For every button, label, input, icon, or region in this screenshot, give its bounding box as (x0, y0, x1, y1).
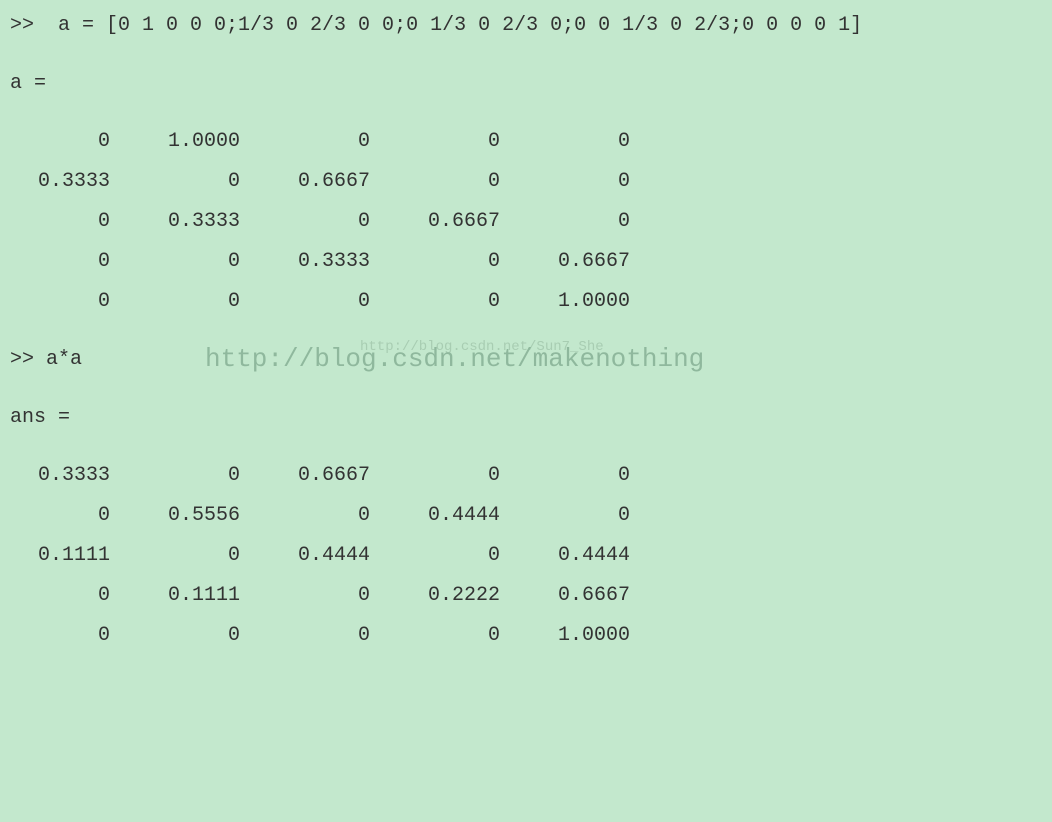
matrix-cell: 1.0000 (140, 128, 270, 156)
matrix-cell: 0 (10, 208, 140, 236)
matrix-cell: 0 (270, 208, 400, 236)
matrix-cell: 0.5556 (140, 502, 270, 530)
matrix-row: 0.111100.444400.4444 (10, 542, 1042, 570)
matrix-cell: 0 (530, 502, 660, 530)
matrix-row: 00001.0000 (10, 622, 1042, 650)
matrix-cell: 0 (10, 582, 140, 610)
command-input-2[interactable]: >> a*a (10, 346, 1042, 374)
matrix-cell: 0.6667 (400, 208, 530, 236)
matrix-row: 00.333300.66670 (10, 208, 1042, 236)
matrix-cell: 0.3333 (270, 248, 400, 276)
matrix-cell: 0 (140, 622, 270, 650)
matrix-row: 000.333300.6667 (10, 248, 1042, 276)
matrix-cell: 0 (530, 128, 660, 156)
matrix-cell: 0 (140, 248, 270, 276)
matrix-cell: 0.3333 (10, 462, 140, 490)
matrix-cell: 0 (10, 288, 140, 316)
matrix-cell: 0.1111 (10, 542, 140, 570)
command-input-1[interactable]: >> a = [0 1 0 0 0;1/3 0 2/3 0 0;0 1/3 0 … (10, 12, 1042, 40)
matrix-cell: 0 (400, 542, 530, 570)
matrix-cell: 0 (400, 288, 530, 316)
matrix-cell: 0 (140, 462, 270, 490)
matrix-cell: 1.0000 (530, 288, 660, 316)
matrix-cell: 0 (530, 208, 660, 236)
matrix-cell: 0 (270, 288, 400, 316)
matrix-cell: 0 (10, 502, 140, 530)
matrix-cell: 0.3333 (140, 208, 270, 236)
matrix-cell: 0.4444 (400, 502, 530, 530)
matrix-cell: 0 (530, 462, 660, 490)
matrix-cell: 1.0000 (530, 622, 660, 650)
matrix-cell: 0.2222 (400, 582, 530, 610)
matrix-cell: 0.4444 (270, 542, 400, 570)
matrix-row: 0.333300.666700 (10, 168, 1042, 196)
matrix-cell: 0.6667 (270, 462, 400, 490)
matrix-cell: 0 (400, 462, 530, 490)
matrix-row: 01.0000000 (10, 128, 1042, 156)
matrix-cell: 0 (270, 502, 400, 530)
matrix-cell: 0.6667 (530, 248, 660, 276)
matrix-output-2: 0.333300.66670000.555600.444400.111100.4… (10, 462, 1042, 650)
variable-output-label-2: ans = (10, 404, 1042, 432)
matrix-cell: 0.4444 (530, 542, 660, 570)
matrix-cell: 0 (10, 248, 140, 276)
matrix-cell: 0 (400, 248, 530, 276)
matrix-cell: 0.6667 (270, 168, 400, 196)
matrix-cell: 0 (140, 542, 270, 570)
matrix-row: 00001.0000 (10, 288, 1042, 316)
matrix-cell: 0 (140, 168, 270, 196)
matrix-row: 00.111100.22220.6667 (10, 582, 1042, 610)
matrix-cell: 0.6667 (530, 582, 660, 610)
matrix-cell: 0 (140, 288, 270, 316)
matrix-output-1: 01.00000000.333300.66670000.333300.66670… (10, 128, 1042, 316)
matrix-cell: 0 (400, 128, 530, 156)
matrix-cell: 0 (530, 168, 660, 196)
variable-output-label-1: a = (10, 70, 1042, 98)
matrix-cell: 0 (270, 128, 400, 156)
matrix-cell: 0.1111 (140, 582, 270, 610)
matrix-row: 00.555600.44440 (10, 502, 1042, 530)
matrix-cell: 0 (10, 622, 140, 650)
matrix-row: 0.333300.666700 (10, 462, 1042, 490)
matrix-cell: 0.3333 (10, 168, 140, 196)
matrix-cell: 0 (400, 622, 530, 650)
matrix-cell: 0 (270, 582, 400, 610)
matrix-cell: 0 (270, 622, 400, 650)
matrix-cell: 0 (400, 168, 530, 196)
matrix-cell: 0 (10, 128, 140, 156)
